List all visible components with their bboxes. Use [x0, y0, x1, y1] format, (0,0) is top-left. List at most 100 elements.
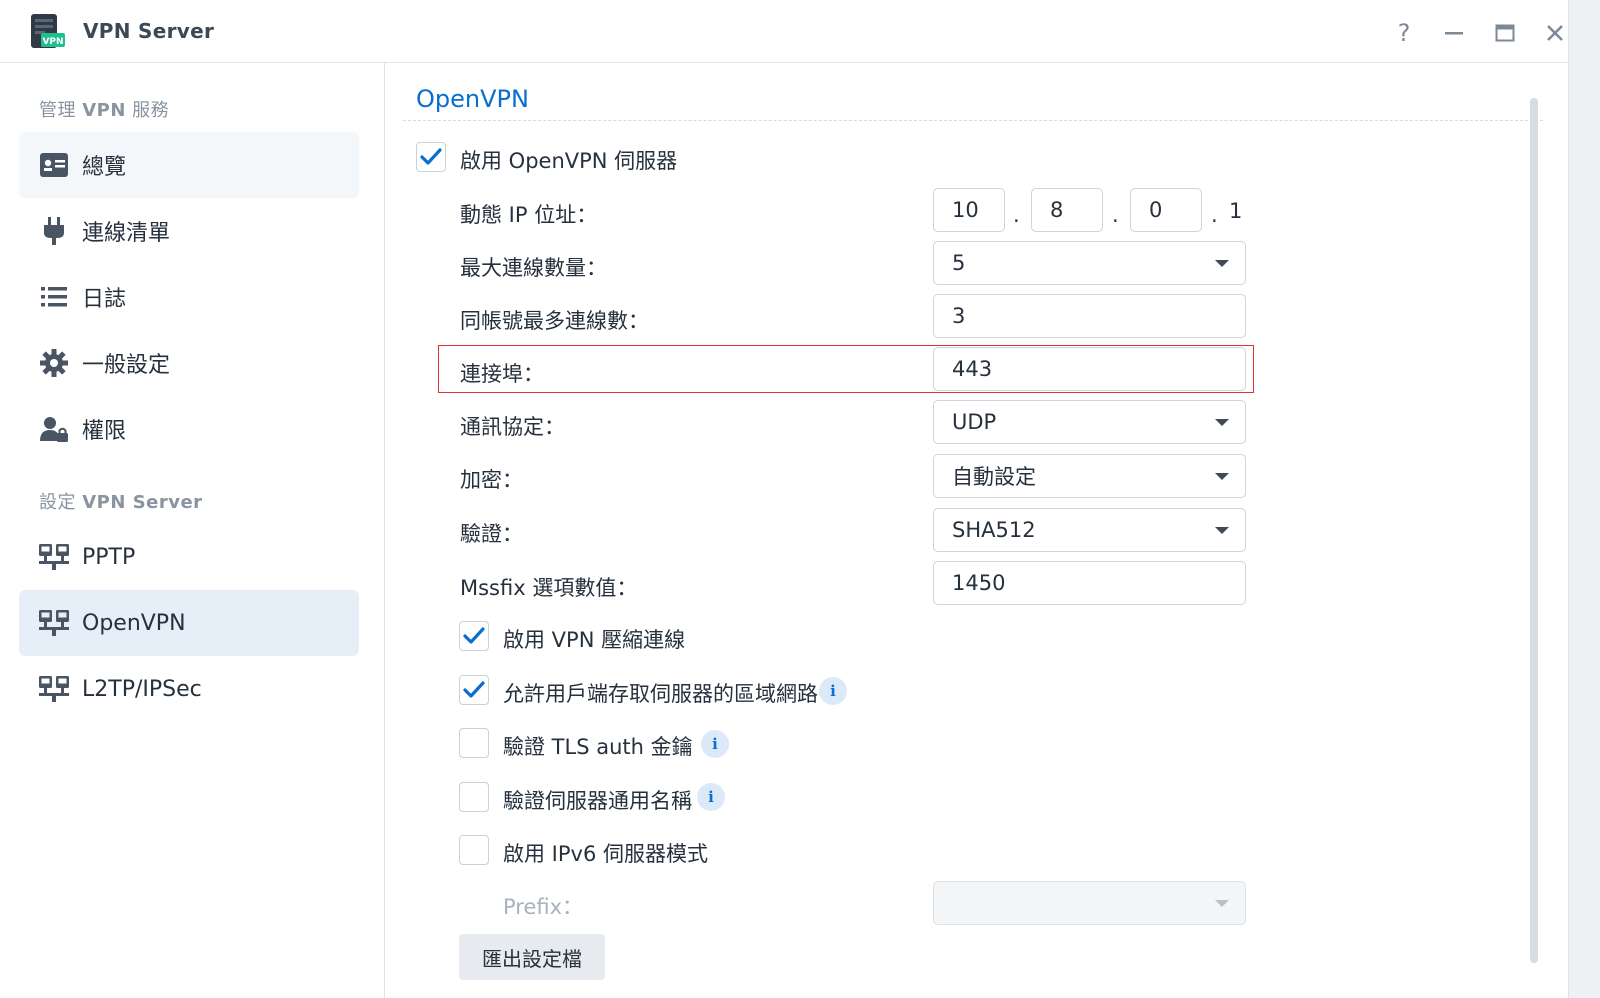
- verify-common-name-label: 驗證伺服器通用名稱: [503, 789, 692, 813]
- export-config-button[interactable]: 匯出設定檔: [459, 934, 605, 980]
- enable-openvpn-label: 啟用 OpenVPN 伺服器: [460, 149, 678, 173]
- close-button[interactable]: [1540, 18, 1570, 48]
- sidebar: 管理 VPN 服務 總覽 連線清單 日誌 一般設定 權限 設定 VPN Serv…: [0, 63, 385, 998]
- tls-auth-checkbox[interactable]: [459, 728, 489, 758]
- sidebar-item-label: PPTP: [82, 544, 136, 570]
- checkmark-icon: [463, 627, 485, 644]
- section-divider: [403, 120, 1543, 121]
- sidebar-item-openvpn[interactable]: OpenVPN: [19, 590, 359, 656]
- maximize-button[interactable]: [1490, 18, 1520, 48]
- chevron-down-icon: [1215, 419, 1229, 426]
- select-value: UDP: [952, 410, 997, 434]
- chevron-down-icon: [1215, 260, 1229, 267]
- section-bold: VPN Server: [82, 492, 203, 513]
- encryption-label: 加密：: [460, 468, 523, 492]
- vpn-server-app-icon: VPN: [29, 13, 67, 49]
- port-input[interactable]: 443: [933, 347, 1246, 391]
- prefix-label: Prefix：: [503, 895, 584, 919]
- network-icon: [39, 608, 69, 638]
- sidebar-item-log[interactable]: 日誌: [19, 264, 359, 330]
- vpn-badge-text: VPN: [42, 37, 63, 47]
- port-label: 連接埠：: [460, 362, 544, 386]
- gear-icon: [39, 348, 69, 378]
- sidebar-item-label: OpenVPN: [82, 610, 186, 636]
- verify-common-name-checkbox[interactable]: [459, 782, 489, 812]
- authentication-select[interactable]: SHA512: [933, 508, 1246, 552]
- mssfix-label: Mssfix 選項數值：: [460, 576, 638, 600]
- sidebar-item-label: L2TP/IPSec: [82, 676, 202, 702]
- sidebar-item-l2tp-ipsec[interactable]: L2TP/IPSec: [19, 656, 359, 722]
- vpn-compression-label: 啟用 VPN 壓縮連線: [503, 628, 686, 652]
- sidebar-item-label: 一般設定: [82, 353, 171, 378]
- prefix-select: [933, 881, 1246, 925]
- info-icon[interactable]: i: [697, 783, 725, 811]
- allow-lan-access-label: 允許用戶端存取伺服器的區域網路: [503, 682, 818, 706]
- sidebar-section-configure: 設定 VPN Server: [39, 488, 203, 514]
- ip-octet-2-input[interactable]: 8: [1031, 188, 1103, 232]
- ip-dot: .: [1211, 203, 1218, 227]
- sidebar-item-general-settings[interactable]: 一般設定: [19, 330, 359, 396]
- sidebar-item-label: 連線清單: [82, 221, 171, 246]
- chevron-down-icon: [1215, 900, 1229, 907]
- protocol-label: 通訊協定：: [460, 415, 565, 439]
- close-icon: [1547, 25, 1563, 41]
- vertical-scrollbar[interactable]: [1530, 98, 1538, 963]
- sidebar-item-permissions[interactable]: 權限: [19, 396, 359, 462]
- max-connections-select[interactable]: 5: [933, 241, 1246, 285]
- vpn-compression-checkbox[interactable]: [459, 621, 489, 651]
- ip-dot: .: [1112, 203, 1119, 227]
- sidebar-item-label: 總覽: [82, 155, 127, 180]
- minimize-icon: [1445, 32, 1463, 35]
- dynamic-ip-label: 動態 IP 位址：: [460, 203, 598, 227]
- mssfix-input[interactable]: 1450: [933, 561, 1246, 605]
- select-value: 5: [952, 251, 966, 275]
- chevron-down-icon: [1215, 473, 1229, 480]
- help-button[interactable]: ?: [1389, 18, 1419, 48]
- select-value: 自動設定: [952, 465, 1036, 489]
- max-connections-label: 最大連線數量：: [460, 256, 607, 280]
- minimize-button[interactable]: [1439, 18, 1469, 48]
- ip-octet-3-input[interactable]: 0: [1130, 188, 1202, 232]
- main-panel: OpenVPN 啟用 OpenVPN 伺服器 動態 IP 位址： 10 . 8 …: [386, 63, 1568, 998]
- user-lock-icon: [39, 414, 69, 444]
- section-bold: VPN: [82, 100, 126, 121]
- sidebar-item-connections[interactable]: 連線清單: [19, 198, 359, 264]
- sidebar-item-label: 日誌: [82, 287, 127, 312]
- info-icon[interactable]: i: [701, 730, 729, 758]
- protocol-select[interactable]: UDP: [933, 400, 1246, 444]
- maximize-icon: [1495, 24, 1515, 42]
- tls-auth-label: 驗證 TLS auth 金鑰: [503, 735, 693, 759]
- sidebar-item-label: 權限: [82, 419, 127, 444]
- list-icon: [39, 282, 69, 312]
- ipv6-server-mode-checkbox[interactable]: [459, 835, 489, 865]
- authentication-label: 驗證：: [460, 522, 523, 546]
- max-per-account-label: 同帳號最多連線數：: [460, 309, 649, 333]
- encryption-select[interactable]: 自動設定: [933, 454, 1246, 498]
- title-bar: VPN VPN Server ?: [0, 0, 1568, 63]
- ip-octet-1-input[interactable]: 10: [933, 188, 1005, 232]
- select-value: SHA512: [952, 518, 1036, 542]
- network-icon: [39, 542, 69, 572]
- section-prefix: 設定: [39, 492, 76, 513]
- plug-icon: [39, 216, 69, 246]
- ipv6-server-mode-label: 啟用 IPv6 伺服器模式: [503, 842, 708, 866]
- network-icon: [39, 674, 69, 704]
- section-title: OpenVPN: [416, 85, 529, 113]
- info-icon[interactable]: i: [819, 677, 847, 705]
- background-strip: [1568, 0, 1600, 998]
- checkmark-icon: [463, 681, 485, 698]
- window-title: VPN Server: [83, 19, 215, 43]
- section-suffix: 服務: [132, 100, 170, 121]
- checkmark-icon: [420, 148, 442, 165]
- sidebar-item-overview[interactable]: 總覽: [19, 132, 359, 198]
- max-per-account-input[interactable]: 3: [933, 294, 1246, 338]
- ip-dot: .: [1013, 203, 1020, 227]
- allow-lan-access-checkbox[interactable]: [459, 675, 489, 705]
- enable-openvpn-checkbox[interactable]: [416, 142, 446, 172]
- chevron-down-icon: [1215, 527, 1229, 534]
- ip-octet-4-value: 1: [1229, 199, 1243, 223]
- sidebar-item-pptp[interactable]: PPTP: [19, 524, 359, 590]
- sidebar-section-manage: 管理 VPN 服務: [39, 96, 169, 122]
- overview-card-icon: [39, 150, 69, 180]
- section-prefix: 管理: [39, 100, 76, 121]
